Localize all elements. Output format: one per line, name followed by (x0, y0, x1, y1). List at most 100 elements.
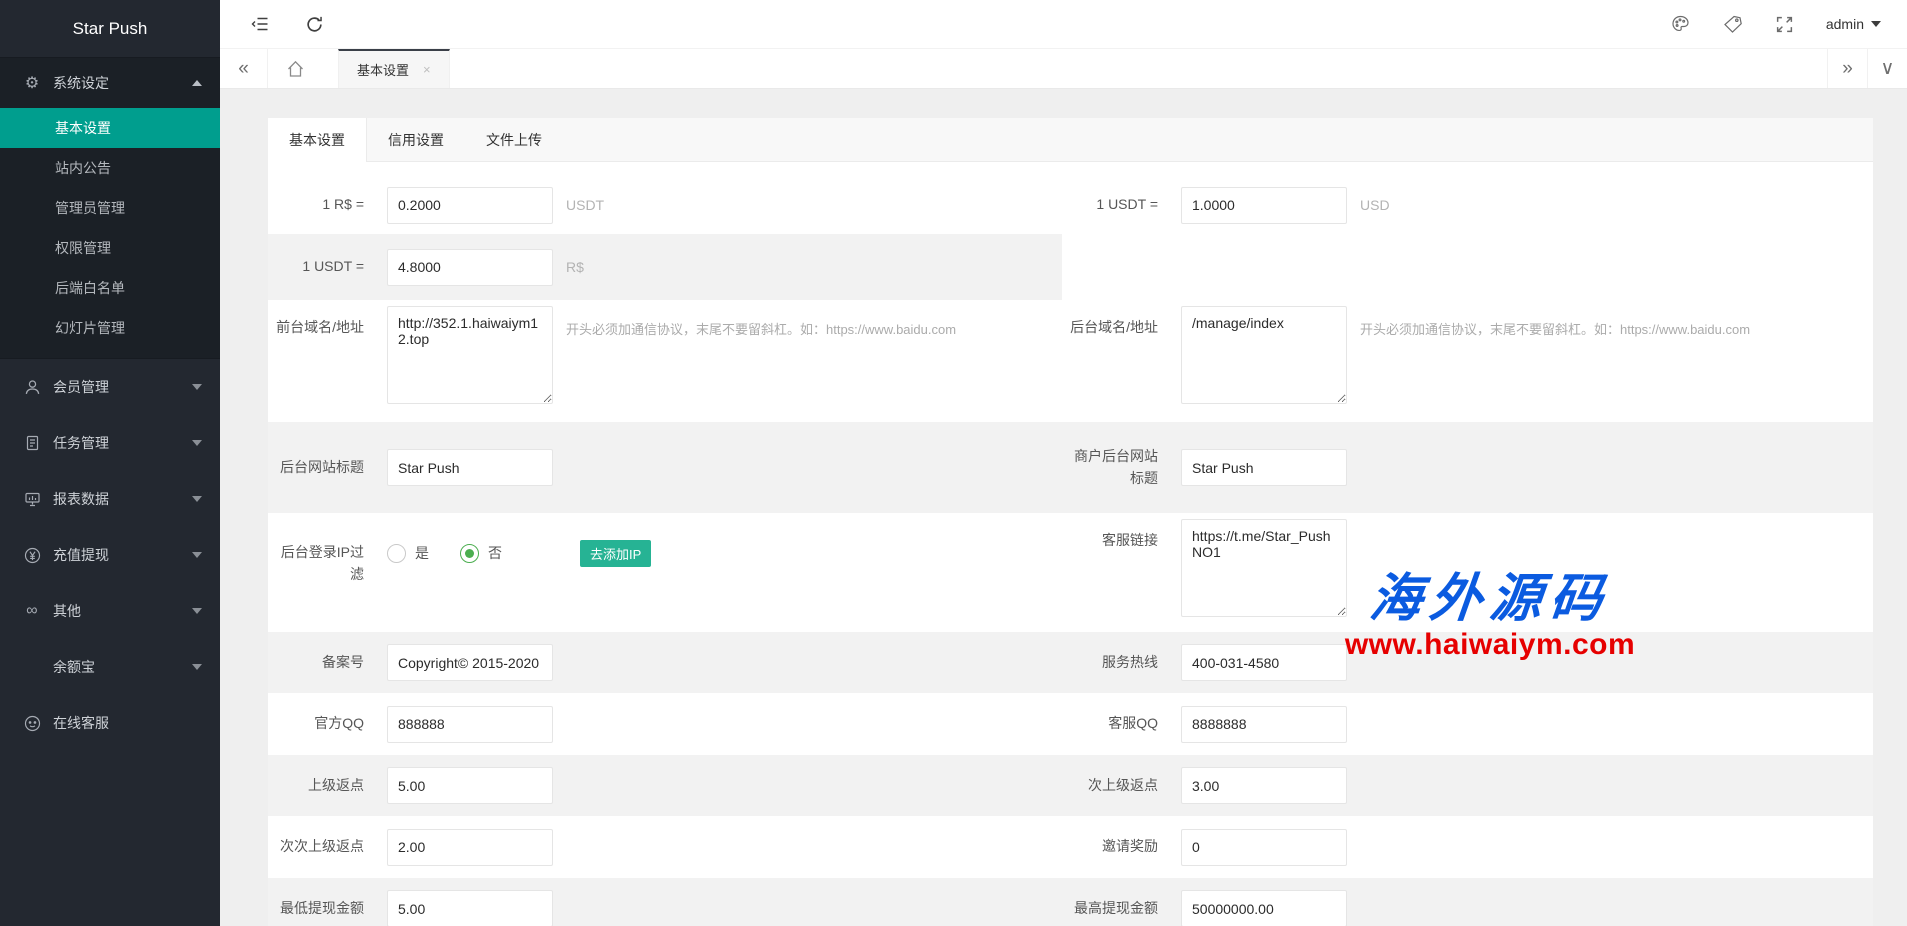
tabbar-spacer (450, 49, 1827, 88)
field-label: 1 USDT = (268, 256, 364, 278)
sidebar-item-basic-settings[interactable]: 基本设置 (0, 108, 220, 148)
sidebar-item-backend-whitelist[interactable]: 后端白名单 (0, 268, 220, 308)
add-ip-button[interactable]: 去添加IP (580, 540, 651, 567)
form-cell: 官方QQ (268, 693, 1062, 755)
chevron-down-icon (192, 552, 202, 558)
topbar-right: admin (1670, 14, 1881, 34)
form-cell: 次次上级返点 (268, 816, 1062, 878)
close-icon[interactable]: × (423, 62, 431, 77)
sidebar-item-permission-management[interactable]: 权限管理 (0, 228, 220, 268)
chart-board-icon (22, 491, 42, 507)
form-cell: 服务热线 (1062, 632, 1873, 693)
field-label: 商户后台网站标题 (1062, 446, 1158, 489)
tabs-scroll-right-button[interactable]: » (1827, 49, 1867, 88)
chevron-down-icon (192, 384, 202, 390)
chevron-down-icon (192, 496, 202, 502)
sidebar-item-online-service[interactable]: 在线客服 (0, 695, 220, 751)
rate-rs-usdt-input[interactable] (387, 187, 553, 224)
max-withdraw-input[interactable] (1181, 890, 1347, 926)
field-label: 服务热线 (1062, 652, 1158, 674)
theme-palette-icon[interactable] (1670, 14, 1691, 34)
form-cell-empty (1062, 234, 1873, 300)
sidebar-item-member-management[interactable]: 会员管理 (0, 359, 220, 415)
form-cell: 1 USDT = USD (1062, 176, 1873, 234)
sidebar-item-site-announcement[interactable]: 站内公告 (0, 148, 220, 188)
refresh-icon[interactable] (305, 15, 324, 34)
merchant-site-title-input[interactable] (1181, 449, 1347, 486)
user-icon (22, 379, 42, 396)
user-menu[interactable]: admin (1826, 16, 1881, 32)
rate-usdt-rs-input[interactable] (387, 249, 553, 286)
form-row: 上级返点 次上级返点 (268, 755, 1873, 816)
field-suffix: USDT (566, 197, 604, 213)
field-hint: 开头必须加通信协议，末尾不要留斜杠。如：https://www.baidu.co… (566, 300, 956, 338)
radio-label: 是 (415, 543, 429, 563)
tabs-menu-button[interactable]: ∨ (1867, 49, 1907, 88)
sidebar-item-recharge-withdraw[interactable]: 充值提现 (0, 527, 220, 583)
field-suffix: USD (1360, 197, 1390, 213)
form-cell: 最低提现金额 (268, 878, 1062, 926)
form-row: 最低提现金额 最高提现金额 (268, 878, 1873, 926)
form-cell: 后台域名/地址 /manage/index 开头必须加通信协议，末尾不要留斜杠。… (1062, 300, 1873, 422)
form-cell: 商户后台网站标题 (1062, 422, 1873, 513)
yen-coin-icon (22, 547, 42, 564)
ip-filter-no-radio[interactable] (460, 544, 479, 563)
home-tab-icon[interactable] (268, 49, 322, 88)
field-label: 1 R$ = (268, 194, 364, 216)
parent-rebate-input[interactable] (387, 767, 553, 804)
menu-collapse-icon[interactable] (250, 14, 271, 34)
tab-file-upload[interactable]: 文件上传 (465, 118, 563, 161)
form-cell: 客服QQ (1062, 693, 1873, 755)
field-label: 最高提现金额 (1062, 898, 1158, 920)
page-tabbar: « 基本设置 × » ∨ (220, 49, 1907, 89)
field-label: 客服链接 (1062, 513, 1158, 552)
min-withdraw-input[interactable] (387, 890, 553, 926)
service-hotline-input[interactable] (1181, 644, 1347, 681)
form-row: 1 R$ = USDT 1 USDT = USD (268, 176, 1873, 234)
form-cell: 客服链接 https://t.me/Star_PushNO1 (1062, 513, 1873, 632)
field-label: 备案号 (268, 652, 364, 674)
icp-number-input[interactable] (387, 644, 553, 681)
tag-icon[interactable] (1723, 14, 1743, 34)
service-qq-input[interactable] (1181, 706, 1347, 743)
form-cell: 1 USDT = R$ (268, 234, 1062, 300)
field-label: 官方QQ (268, 713, 364, 735)
chevron-down-icon (1871, 21, 1881, 27)
service-link-textarea[interactable]: https://t.me/Star_PushNO1 (1181, 519, 1347, 617)
document-icon (22, 435, 42, 451)
app-title: Star Push (0, 0, 220, 58)
sidebar-item-other[interactable]: ∞ 其他 (0, 583, 220, 639)
tab-credit-settings[interactable]: 信用设置 (367, 118, 465, 161)
sidebar-item-slideshow-management[interactable]: 幻灯片管理 (0, 308, 220, 348)
form-row: 备案号 服务热线 (268, 632, 1873, 693)
field-label: 次次上级返点 (268, 836, 364, 858)
invite-reward-input[interactable] (1181, 829, 1347, 866)
field-label: 后台域名/地址 (1062, 300, 1158, 339)
official-qq-input[interactable] (387, 706, 553, 743)
open-page-tab[interactable]: 基本设置 × (338, 49, 450, 88)
tabs-scroll-left-button[interactable]: « (220, 49, 268, 88)
front-domain-textarea[interactable]: http://352.1.haiwaiym12.top (387, 306, 553, 404)
sidebar-item-report-data[interactable]: 报表数据 (0, 471, 220, 527)
form-row: 1 USDT = R$ (268, 234, 1873, 300)
fullscreen-icon[interactable] (1775, 15, 1794, 34)
form-row: 后台登录IP过滤 是 否 去添加IP 客服链接 https://t.me/Sta… (268, 513, 1873, 632)
page-tab-label: 基本设置 (357, 60, 409, 79)
rate-usdt-usd-input[interactable] (1181, 187, 1347, 224)
sidebar-item-yuebao[interactable]: 余额宝 (0, 639, 220, 695)
ggparent-rebate-input[interactable] (387, 829, 553, 866)
field-label: 客服QQ (1062, 713, 1158, 735)
sidebar-item-admin-management[interactable]: 管理员管理 (0, 188, 220, 228)
ip-filter-yes-radio[interactable] (387, 544, 406, 563)
field-hint: 开头必须加通信协议，末尾不要留斜杠。如：https://www.baidu.co… (1360, 300, 1750, 338)
grandparent-rebate-input[interactable] (1181, 767, 1347, 804)
sidebar-item-label: 在线客服 (53, 713, 109, 733)
admin-domain-textarea[interactable]: /manage/index (1181, 306, 1347, 404)
sidebar-item-task-management[interactable]: 任务管理 (0, 415, 220, 471)
sidebar-item-system-settings[interactable]: ⚙ 系统设定 (0, 58, 220, 108)
tab-basic-settings[interactable]: 基本设置 (268, 118, 367, 162)
sidebar-group-system: ⚙ 系统设定 基本设置 站内公告 管理员管理 权限管理 后端白名单 幻灯片管理 (0, 58, 220, 359)
chevron-down-icon (192, 664, 202, 670)
field-label: 上级返点 (268, 775, 364, 797)
admin-site-title-input[interactable] (387, 449, 553, 486)
